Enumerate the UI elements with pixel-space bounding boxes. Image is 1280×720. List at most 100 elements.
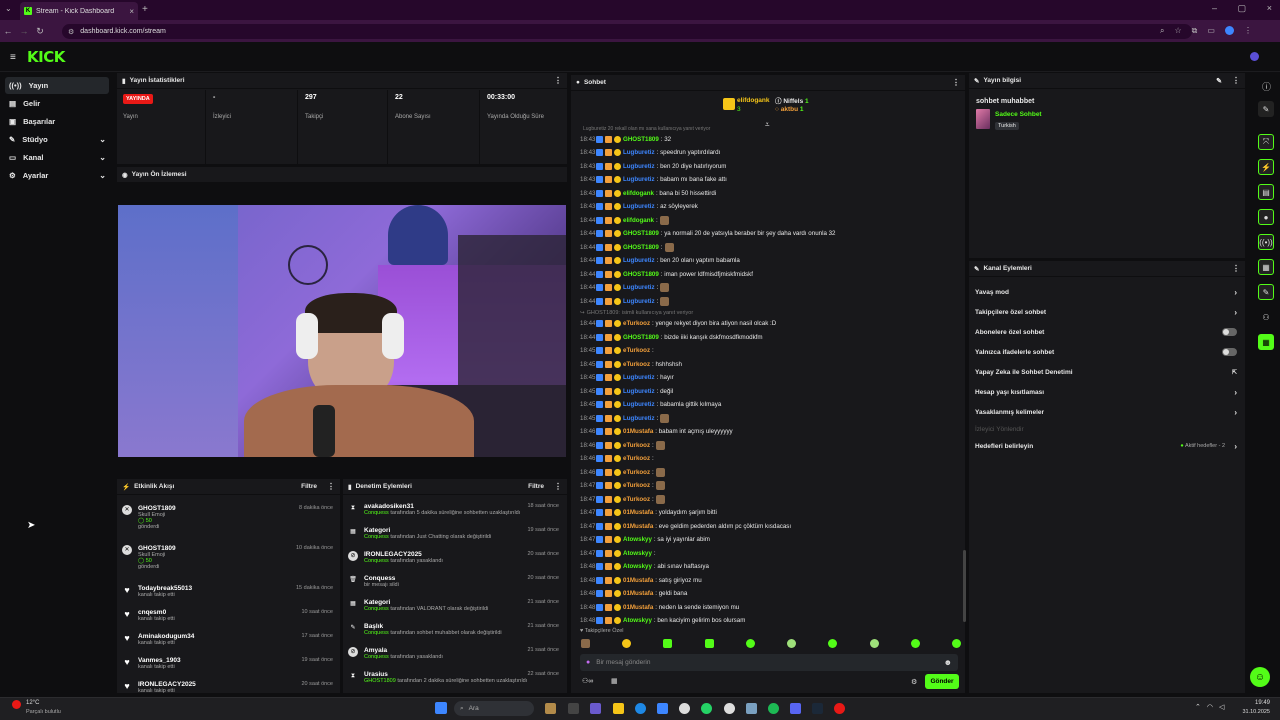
- chat-username[interactable]: Lugburetiz: [623, 415, 655, 422]
- activity-user[interactable]: Vanmes_1903: [138, 657, 181, 664]
- more-options-icon[interactable]: ⋮: [952, 78, 960, 87]
- emoji-picker-icon[interactable]: ☻: [944, 658, 952, 667]
- support-chat-icon[interactable]: ☺: [1250, 667, 1270, 687]
- copilot-icon[interactable]: [590, 703, 601, 714]
- emote-icon[interactable]: [787, 639, 797, 648]
- profile-avatar[interactable]: [1224, 26, 1234, 35]
- emote-icon[interactable]: [745, 639, 755, 648]
- app-red-icon[interactable]: [834, 703, 845, 714]
- settings-app-icon[interactable]: [746, 703, 757, 714]
- close-window-icon[interactable]: ×: [1267, 3, 1272, 14]
- chat-username[interactable]: GHOST1809: [623, 136, 659, 143]
- chat-username[interactable]: 01Mustafa: [623, 604, 653, 611]
- edit-panel-icon[interactable]: ✎: [1258, 101, 1274, 117]
- quick-action-expand-icon[interactable]: ⤧: [1258, 134, 1274, 150]
- activity-user[interactable]: Aminakodugum34: [138, 633, 194, 640]
- action-goals[interactable]: Hedefleri belirleyin ● Aktif hedefler - 2…: [969, 436, 1245, 456]
- top-gifter-name[interactable]: elifdogank: [737, 97, 770, 104]
- forward-icon[interactable]: →: [16, 26, 32, 36]
- filter-button[interactable]: Filtre: [301, 483, 317, 490]
- quick-action-broadcast-icon[interactable]: ((•)): [1258, 234, 1274, 250]
- chat-username[interactable]: eTurkooz: [623, 361, 650, 368]
- chat-username[interactable]: Atowskyy: [623, 563, 652, 570]
- more-options-icon[interactable]: ⋮: [327, 482, 335, 491]
- chat-username[interactable]: GHOST1809: [623, 230, 659, 237]
- taskview-icon[interactable]: [568, 703, 579, 714]
- chat-settings-icon[interactable]: ⚙: [911, 678, 917, 686]
- whatsapp-icon[interactable]: [701, 703, 712, 714]
- chat-username[interactable]: Lugburetiz: [623, 388, 655, 395]
- extensions-icon[interactable]: ⧉: [1192, 26, 1198, 36]
- calendar-icon[interactable]: ▦: [611, 677, 618, 685]
- emote-icon[interactable]: [622, 639, 632, 648]
- close-tab-icon[interactable]: ×: [129, 7, 134, 16]
- store-icon[interactable]: [657, 703, 668, 714]
- sidebar-item-ayarlar[interactable]: ⚙ Ayarlar ⌄: [5, 167, 109, 184]
- moderation-actor[interactable]: Conquess: [364, 654, 389, 660]
- minimize-icon[interactable]: –: [1212, 3, 1217, 14]
- chat-username[interactable]: eTurkooz: [623, 469, 650, 476]
- activity-user[interactable]: IRONLEGACY2025: [138, 681, 196, 688]
- subs-only-toggle[interactable]: [1222, 328, 1237, 336]
- send-button[interactable]: Gönder: [925, 674, 959, 689]
- windows-start-icon[interactable]: [435, 702, 447, 714]
- chat-username[interactable]: Atowskyy: [623, 536, 652, 543]
- more-options-icon[interactable]: ⋮: [554, 482, 562, 491]
- emote-icon[interactable]: [704, 639, 714, 648]
- quick-action-list-icon[interactable]: ▤: [1258, 184, 1274, 200]
- stream-category[interactable]: Sadece Sohbet: [995, 111, 1042, 118]
- chat-tools-icon[interactable]: ⚇∞: [582, 677, 593, 685]
- chat-username[interactable]: 01Mustafa: [623, 577, 653, 584]
- chat-username[interactable]: 01Mustafa: [623, 523, 653, 530]
- chat-username[interactable]: Lugburetiz: [623, 149, 655, 156]
- steam-icon[interactable]: [812, 703, 823, 714]
- file-explorer-icon[interactable]: [613, 703, 624, 714]
- moderation-actor[interactable]: Conquess: [364, 606, 389, 612]
- activity-user[interactable]: GHOST1809: [138, 505, 176, 512]
- sidepanel-icon[interactable]: ▭: [1207, 26, 1215, 36]
- action-followers-only[interactable]: Takipçilere özel sohbet ›: [969, 302, 1245, 322]
- moderation-actor[interactable]: Conquess: [364, 510, 389, 516]
- emote-icon[interactable]: [910, 639, 920, 648]
- user-avatar[interactable]: [1250, 52, 1259, 61]
- activity-user[interactable]: GHOST1809: [138, 545, 176, 552]
- chat-username[interactable]: eTurkooz: [623, 320, 650, 327]
- activity-user[interactable]: Todaybreak55013: [138, 585, 192, 592]
- emote-icon[interactable]: [581, 639, 590, 648]
- clock-time[interactable]: 19:49: [1238, 700, 1270, 706]
- pin-collapse-icon[interactable]: ⩡: [765, 120, 770, 130]
- moderation-actor[interactable]: GHOST1809: [364, 678, 396, 684]
- quick-action-lightning-icon[interactable]: ⚡: [1258, 159, 1274, 175]
- emote-icon[interactable]: [828, 639, 838, 648]
- top-gifter-2[interactable]: ⓘ Niffels 1: [775, 95, 809, 105]
- chat-username[interactable]: GHOST1809: [623, 334, 659, 341]
- moderation-target[interactable]: IRONLEGACY2025: [364, 551, 443, 558]
- category-thumbnail[interactable]: [976, 109, 990, 129]
- chat-username[interactable]: Atowskyy: [623, 617, 652, 624]
- emote-icon[interactable]: [663, 639, 673, 648]
- chat-username[interactable]: 01Mustafa: [623, 509, 653, 516]
- sidebar-item-basarilar[interactable]: ▣ Başarılar: [5, 113, 109, 130]
- url-field[interactable]: ⚙ dashboard.kick.com/stream: [62, 24, 1192, 39]
- emote-only-toggle[interactable]: [1222, 348, 1237, 356]
- chat-username[interactable]: 01Mustafa: [623, 590, 653, 597]
- chat-input[interactable]: ● Bir mesaj gönderin ☻: [580, 654, 958, 671]
- moderation-target[interactable]: avakadosiken31: [364, 503, 520, 510]
- chat-username[interactable]: eTurkooz: [623, 442, 650, 449]
- hamburger-menu-icon[interactable]: ≡: [10, 52, 16, 63]
- chat-username[interactable]: Lugburetiz: [623, 203, 655, 210]
- sidebar-item-studyo[interactable]: ✎ Stüdyo ⌄: [5, 131, 109, 148]
- sidebar-item-kanal[interactable]: ▭ Kanal ⌄: [5, 149, 109, 166]
- chat-username[interactable]: Lugburetiz: [623, 176, 655, 183]
- quick-action-tool-icon[interactable]: ✎: [1258, 284, 1274, 300]
- browser-tab[interactable]: K Stream - Kick Dashboard ×: [20, 2, 138, 20]
- chat-username[interactable]: elifdogank: [623, 217, 654, 224]
- bookmark-star-icon[interactable]: ☆: [1174, 26, 1181, 36]
- top-gifter-3[interactable]: ○ aktbu 1: [775, 106, 804, 113]
- spotify-icon[interactable]: [768, 703, 779, 714]
- chat-username[interactable]: eTurkooz: [623, 496, 650, 503]
- taskbar-search[interactable]: ⌕ Ara: [454, 701, 534, 716]
- chat-username[interactable]: GHOST1809: [623, 271, 659, 278]
- new-tab-icon[interactable]: +: [142, 4, 148, 15]
- moderation-target[interactable]: Amyala: [364, 647, 443, 654]
